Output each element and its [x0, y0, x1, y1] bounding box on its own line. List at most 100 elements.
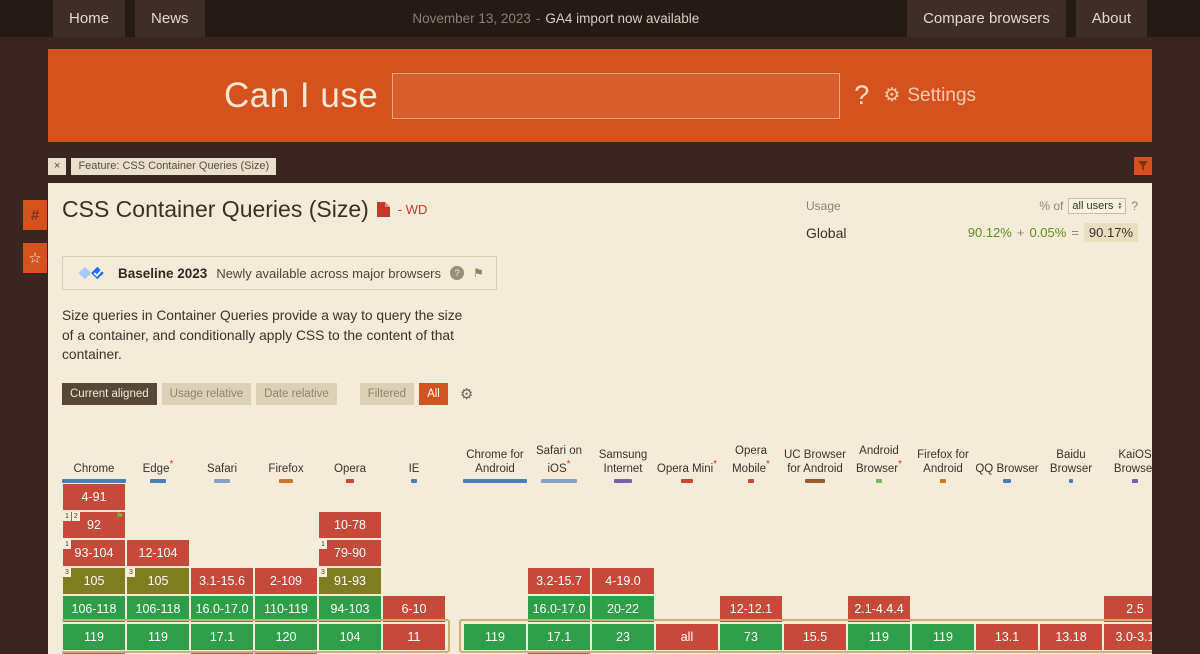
- usage-bar: [411, 479, 416, 483]
- support-cell[interactable]: 119: [464, 624, 526, 650]
- support-cell[interactable]: 3.2-15.7: [528, 568, 590, 594]
- cell-slot: [719, 539, 783, 567]
- settings-button[interactable]: ⚙ Settings: [883, 84, 976, 107]
- support-cell[interactable]: 16.0-17.0: [191, 596, 253, 622]
- search-input-primary[interactable]: [393, 74, 645, 118]
- announcement-date: November 13, 2023: [412, 11, 531, 26]
- date-relative-button[interactable]: Date relative: [256, 383, 337, 405]
- support-cell[interactable]: 2.5: [1104, 596, 1152, 622]
- browser-name: Firefox: [268, 463, 303, 476]
- browser-column: Safari on iOS*3.2-15.716.0-17.017.117.2: [527, 425, 591, 654]
- support-cell[interactable]: all: [656, 624, 718, 650]
- usage-relative-button[interactable]: Usage relative: [162, 383, 252, 405]
- top-nav-right: Compare browsers About: [907, 0, 1147, 37]
- support-cell[interactable]: 12-104: [127, 540, 189, 566]
- cell-slot: [975, 511, 1039, 539]
- support-cell[interactable]: 3.1-15.6: [191, 568, 253, 594]
- current-aligned-button[interactable]: Current aligned: [62, 383, 157, 405]
- filter-button[interactable]: [1134, 157, 1152, 175]
- table-settings-gear-icon[interactable]: ⚙: [460, 385, 473, 403]
- support-cell[interactable]: 104: [319, 624, 381, 650]
- browser-column: Samsung Internet4-19.020-2223: [591, 425, 655, 654]
- support-cell[interactable]: 2.1-4.4.4: [848, 596, 910, 622]
- support-cell[interactable]: 120: [255, 624, 317, 650]
- permalink-tab[interactable]: #: [23, 200, 47, 230]
- cell-slot: [190, 483, 254, 511]
- support-cell[interactable]: 10-78: [319, 512, 381, 538]
- cell-slot: [254, 483, 318, 511]
- support-cell[interactable]: 23: [592, 624, 654, 650]
- support-cell[interactable]: 91-933: [319, 568, 381, 594]
- browser-column: Opera Mobile*12-12.173: [719, 425, 783, 654]
- support-cell[interactable]: 6-10: [383, 596, 445, 622]
- spec-document-icon[interactable]: [377, 202, 390, 217]
- filter-all-button[interactable]: All: [419, 383, 448, 405]
- support-cell[interactable]: 2-109: [255, 568, 317, 594]
- support-cell[interactable]: 94-103: [319, 596, 381, 622]
- home-button[interactable]: Home: [53, 0, 125, 37]
- browser-name: Opera: [334, 463, 366, 476]
- support-cell[interactable]: 13.18: [1040, 624, 1102, 650]
- note-badges: 3: [319, 568, 327, 577]
- support-cell[interactable]: 12-12.1: [720, 596, 782, 622]
- support-cell[interactable]: 1053: [63, 568, 125, 594]
- active-feature-chip[interactable]: Feature: CSS Container Queries (Size): [71, 158, 276, 175]
- feature-title-text: CSS Container Queries (Size): [62, 196, 369, 223]
- cell-slot: [591, 539, 655, 567]
- cell-slot: 3.1-15.6: [190, 567, 254, 595]
- support-cell[interactable]: 17.1: [528, 624, 590, 650]
- cell-slot: 4-19.0: [591, 567, 655, 595]
- support-cell[interactable]: 4-19.0: [592, 568, 654, 594]
- support-cell[interactable]: 106-118: [127, 596, 189, 622]
- browser-header: Firefox for Android: [911, 425, 975, 483]
- usage-partial-support: 0.05%: [1029, 225, 1066, 240]
- browser-name: Chrome for Android: [463, 449, 527, 475]
- support-cell[interactable]: 106-118: [63, 596, 125, 622]
- spec-status[interactable]: - WD: [398, 202, 428, 217]
- support-cell[interactable]: 9212⚑: [63, 512, 125, 538]
- support-cell[interactable]: 11: [383, 624, 445, 650]
- funnel-icon: [1138, 161, 1148, 171]
- support-cell[interactable]: 79-901: [319, 540, 381, 566]
- usage-bar: [62, 479, 126, 483]
- feature-description: Size queries in Container Queries provid…: [62, 306, 474, 365]
- browser-name: QQ Browser: [975, 463, 1038, 476]
- baseline-help-icon[interactable]: ?: [450, 266, 464, 280]
- usage-select[interactable]: all users ▲▼: [1068, 198, 1126, 214]
- support-cell[interactable]: 93-1041: [63, 540, 125, 566]
- feedback-flag-icon[interactable]: ⚑: [473, 266, 484, 280]
- cell-slot: 119: [126, 623, 190, 651]
- support-cell[interactable]: 4-91: [63, 484, 125, 510]
- cell-slot: [527, 511, 591, 539]
- support-cell[interactable]: 119: [848, 624, 910, 650]
- favorite-tab[interactable]: ☆: [23, 243, 47, 273]
- support-cell[interactable]: 3.0-3.1: [1104, 624, 1152, 650]
- about-button[interactable]: About: [1076, 0, 1147, 37]
- support-cell[interactable]: 20-22: [592, 596, 654, 622]
- cell-slot: 119: [847, 623, 911, 651]
- note-badges: 3: [63, 568, 71, 577]
- cell-slot: [1103, 483, 1152, 511]
- compare-browsers-button[interactable]: Compare browsers: [907, 0, 1066, 37]
- usage-help[interactable]: ?: [1131, 199, 1138, 213]
- cell-slot: [655, 567, 719, 595]
- cell-slot: [1103, 567, 1152, 595]
- support-cell[interactable]: 73: [720, 624, 782, 650]
- support-cell[interactable]: 119: [912, 624, 974, 650]
- select-arrows-icon: ▲▼: [1117, 202, 1122, 210]
- search-help-question-mark[interactable]: ?: [854, 80, 869, 111]
- support-cell[interactable]: 119: [127, 624, 189, 650]
- cell-slot: [1103, 539, 1152, 567]
- support-cell[interactable]: 13.1: [976, 624, 1038, 650]
- news-button[interactable]: News: [135, 0, 205, 37]
- support-cell[interactable]: 110-119: [255, 596, 317, 622]
- support-cell[interactable]: 119: [63, 624, 125, 650]
- usage-bar: [150, 479, 167, 483]
- support-cell[interactable]: 16.0-17.0: [528, 596, 590, 622]
- remove-filter-button[interactable]: ×: [48, 158, 66, 175]
- support-cell[interactable]: 17.1: [191, 624, 253, 650]
- support-cell[interactable]: 15.5: [784, 624, 846, 650]
- support-cell[interactable]: 1053: [127, 568, 189, 594]
- filtered-button[interactable]: Filtered: [360, 383, 414, 405]
- announcement-banner[interactable]: November 13, 2023 - GA4 import now avail…: [205, 0, 908, 37]
